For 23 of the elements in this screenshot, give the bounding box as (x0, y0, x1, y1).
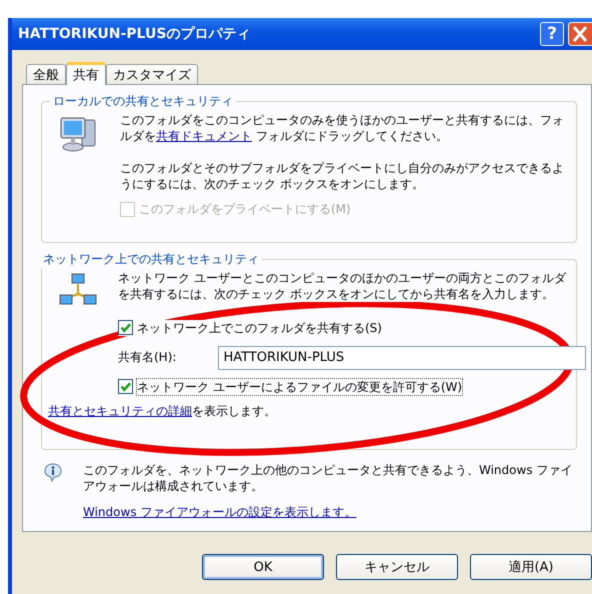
close-icon[interactable] (568, 22, 592, 46)
description-text: ネットワーク ユーザーとこのコンピュータのほかのユーザーの両方とこのフォルダを共有するには、次のチェック ボックスをオンにしてから共有名を入力します。 (118, 270, 566, 302)
tab[interactable]: カスタマイズ (106, 64, 198, 84)
share-checkbox[interactable]: ネットワーク上でこのフォルダを共有する(S) (118, 320, 382, 336)
allow-changes-checkbox[interactable]: ネットワーク ユーザーによるファイルの変更を許可する(W) (118, 378, 462, 395)
group-title: ローカルでの共有とセキュリティ (52, 93, 234, 110)
dialog-button[interactable]: 適用(A) (470, 554, 592, 580)
tab[interactable]: 共有 (66, 62, 106, 85)
checkmark-icon (119, 380, 132, 394)
firewall-settings-link[interactable]: Windows ファイアウォールの設定を表示します。 (83, 504, 356, 521)
help-button[interactable]: ? (540, 22, 564, 46)
group-title: ネットワーク上での共有とセキュリティ (42, 250, 260, 268)
shared-documents-link[interactable]: 共有ドキュメント (156, 129, 252, 143)
info-icon (43, 462, 63, 482)
description-text: このフォルダとそのサブフォルダをプライベートにし自分のみがアクセスできるようにするには、次のチェック ボックスをオンにします。 (120, 160, 565, 192)
dialog-button[interactable]: キャンセル (336, 554, 458, 580)
description-text: このフォルダをこのコンピュータのみを使うほかのユーザーと共有するには、フォルダを共有ドキュメント フォルダにドラッグしてください。 (120, 112, 565, 144)
checkmark-icon (119, 321, 132, 334)
share-name-field[interactable]: HATTORIKUN-PLUS (218, 346, 586, 370)
window-title: HATTORIKUN-PLUSのプロパティ (18, 25, 250, 43)
tab[interactable]: 全般 (26, 64, 66, 84)
details-link[interactable]: 共有とセキュリティの詳細 (48, 404, 192, 418)
dialog-button[interactable]: OK (202, 554, 324, 580)
